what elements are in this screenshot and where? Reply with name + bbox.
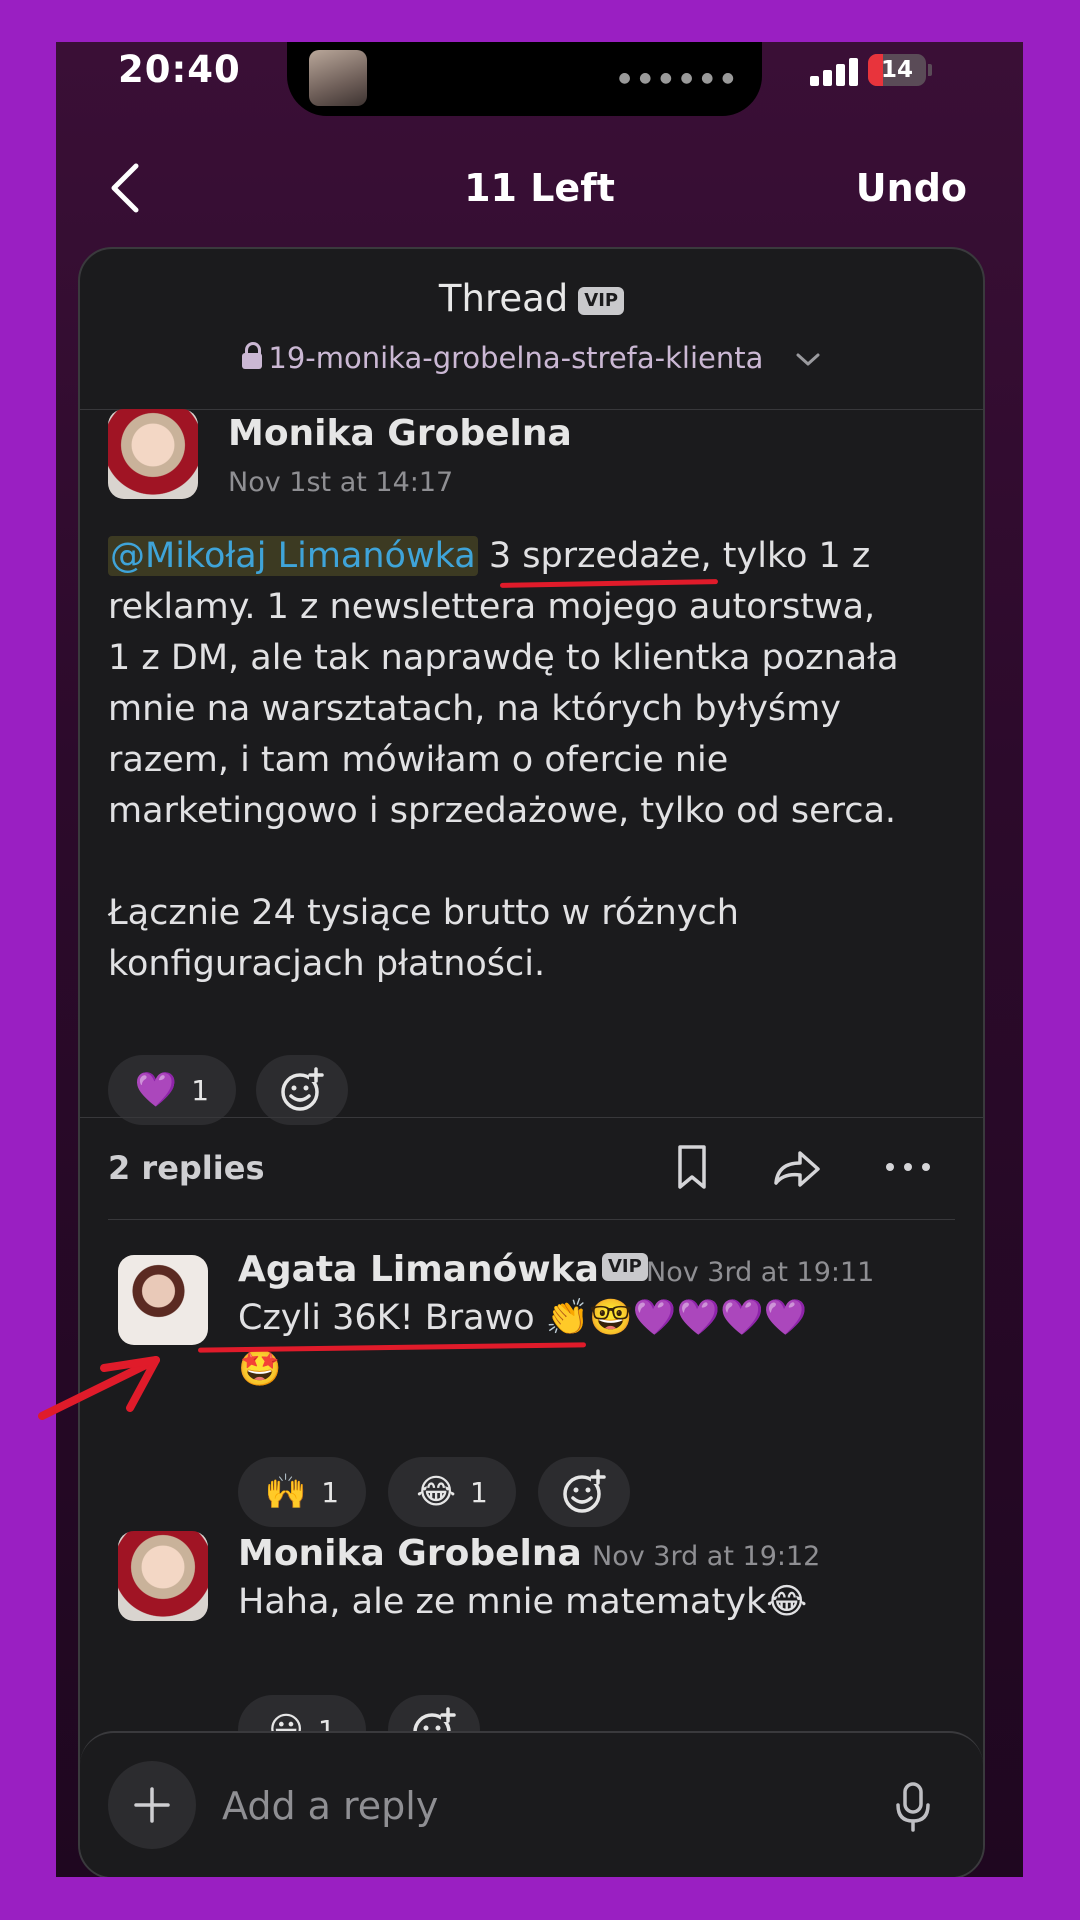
phone-screen: 20:40 ● ● ● ● ● ● 14 11 Left Undo Thread… (56, 42, 1023, 1877)
thread-card: Thread VIP 19-monika-grobelna-strefa-klie… (78, 247, 985, 1877)
add-reaction-button[interactable] (256, 1055, 348, 1125)
avatar[interactable] (118, 1531, 208, 1621)
channel-name: 19-monika-grobelna-strefa-klienta (268, 341, 764, 375)
battery-icon: 14 (868, 54, 926, 86)
message-body: Haha, ale ze mnie matematyk😂 (238, 1582, 808, 1622)
reply-input[interactable] (220, 1777, 764, 1835)
status-time: 20:40 (118, 48, 241, 91)
annotation-arrow-icon (38, 1356, 160, 1420)
now-playing-thumbnail[interactable] (309, 50, 367, 106)
attach-button[interactable] (108, 1761, 196, 1849)
microphone-icon[interactable] (893, 1781, 933, 1833)
signal-icon (810, 56, 858, 86)
replies-count: 2 replies (108, 1149, 265, 1187)
user-mention[interactable]: @Mikołaj Limanówka (108, 536, 478, 576)
author-name[interactable]: Monika Grobelna (228, 413, 572, 454)
add-reaction-button[interactable] (538, 1457, 630, 1527)
author-name[interactable]: Monika Grobelna (238, 1533, 582, 1574)
avatar[interactable] (108, 409, 198, 499)
bookmark-icon[interactable] (664, 1139, 720, 1195)
message-body: @Mikołaj Limanówka 3 sprzedaże, tylko 1 … (108, 536, 899, 984)
plus-icon (134, 1787, 170, 1823)
reaction-purple-heart[interactable]: 💜 1 (108, 1055, 236, 1125)
message-timestamp: Nov 1st at 14:17 (228, 467, 454, 498)
thread-title: Thread VIP (80, 277, 983, 320)
dynamic-island: ● ● ● ● ● ● (287, 42, 762, 116)
author-name[interactable]: Agata Limanówka (238, 1249, 599, 1290)
add-emoji-icon (563, 1469, 606, 1513)
share-arrow-icon[interactable] (768, 1139, 824, 1195)
vip-badge: VIP (578, 286, 625, 315)
vip-badge: VIP (602, 1253, 648, 1281)
add-emoji-icon (281, 1067, 324, 1111)
message-timestamp: Nov 3rd at 19:11 (646, 1257, 875, 1288)
message-timestamp: Nov 3rd at 19:12 (592, 1541, 821, 1572)
lock-icon (242, 342, 263, 369)
channel-selector[interactable]: 19-monika-grobelna-strefa-klienta (80, 341, 983, 375)
reaction-joy[interactable]: 😂 1 (388, 1457, 516, 1527)
chevron-down-icon (796, 353, 820, 366)
header-divider (80, 409, 983, 410)
island-indicator-icon: ● ● ● ● ● ● (618, 70, 736, 86)
battery-level: 14 (880, 57, 913, 83)
reaction-raised-hands[interactable]: 🙌 1 (238, 1457, 366, 1527)
message-body: Czyli 36K! Brawo 👏🤓💜💜💜💜 🤩 (238, 1298, 808, 1389)
reply-composer (80, 1731, 983, 1877)
undo-button[interactable]: Undo (856, 166, 967, 210)
more-icon[interactable] (880, 1139, 936, 1195)
